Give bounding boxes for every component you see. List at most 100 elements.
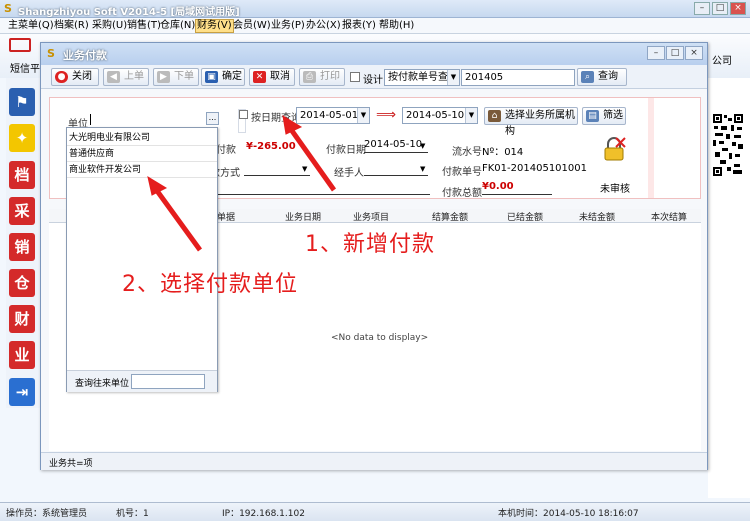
menu-sales[interactable]: 销售(T) [127, 20, 161, 32]
query-button[interactable]: ⌕ 查询 [577, 68, 627, 86]
query-mode-select[interactable]: 按付款单号查询 ▼ [384, 69, 460, 86]
popup-search-input[interactable] [131, 374, 205, 389]
dialog-logo-icon: S [47, 47, 55, 60]
lightbulb-icon[interactable]: ✦ [9, 124, 35, 152]
company-label: 公司 [712, 56, 732, 67]
chevron-down-icon[interactable]: ▼ [302, 165, 307, 173]
col-settle[interactable]: 结算金额 [432, 210, 468, 223]
empty-grid-message: <No data to display> [331, 333, 429, 343]
dialog-close-button[interactable]: × [685, 46, 703, 60]
unaudited-lock-icon [604, 137, 626, 161]
col-settled[interactable]: 已结金额 [507, 210, 543, 223]
unit-option[interactable]: 普通供应商 [67, 146, 217, 162]
unit-ellipsis-button[interactable]: ... [206, 112, 219, 125]
status-operator: 操作员：系统管理员 [6, 509, 88, 519]
menu-business[interactable]: 业务(P) [271, 20, 305, 32]
exit-door-icon[interactable]: ⇥ [9, 378, 35, 406]
menu-office[interactable]: 办公(X) [306, 20, 341, 32]
chevron-down-icon: ▼ [357, 108, 369, 123]
annotation-step1: 1、新增付款 [305, 232, 435, 257]
menu-member[interactable]: 会员(W) [233, 20, 271, 32]
unit-field[interactable] [90, 112, 218, 128]
prev-bill-button[interactable]: ◀ 上单 [103, 68, 149, 86]
status-machine: 机号：1 [116, 509, 149, 519]
bill-no-value: FK01-201405101001 [482, 163, 587, 174]
form-accent [648, 98, 654, 198]
app-title: Shangzhiyou Soft V2014-5 [局域网试用版] [18, 7, 240, 18]
dock-sales-icon[interactable]: 销 [9, 233, 35, 261]
status-ip: IP：192.168.1.102 [222, 509, 305, 519]
cancel-x-icon: ✕ [253, 71, 266, 83]
design-checkbox[interactable] [350, 72, 360, 82]
unit-option[interactable]: 大光明电业有限公司 [67, 130, 217, 146]
main-titlebar: S Shangzhiyou Soft V2014-5 [局域网试用版] – □ … [0, 0, 750, 18]
flag-icon[interactable]: ⚑ [9, 88, 35, 116]
confirm-button[interactable]: ▣ 确定 [201, 68, 245, 86]
menu-main[interactable]: 主菜单(Q) [8, 20, 54, 32]
date-query-label: 按日期查询 [251, 113, 301, 124]
cancel-button[interactable]: ✕ 取消 [249, 68, 295, 86]
filter-label: 筛选 [603, 110, 623, 121]
maximize-button[interactable]: □ [712, 2, 728, 15]
pay-date-field[interactable]: 2014-05-10 [364, 139, 428, 153]
select-org-button[interactable]: ⌂ 选择业务所属机构 [484, 107, 578, 137]
dialog-toolbar: ● 关闭 ◀ 上单 ▶ 下单 ▣ 确定 ✕ 取消 ⎙ 打印 设计 按付款单号查询… [41, 65, 707, 89]
dock-archive-icon[interactable]: 档 [9, 161, 35, 189]
menu-archive[interactable]: 档案(R) [54, 20, 89, 32]
menu-reports[interactable]: 报表(Y) [342, 20, 376, 32]
dock-purchase-icon[interactable]: 采 [9, 197, 35, 225]
design-label: 设计 [363, 75, 383, 86]
serial-label: 流水号 [452, 147, 482, 158]
minimize-button[interactable]: – [694, 2, 710, 15]
handler-select[interactable] [364, 162, 428, 176]
print-label: 打印 [320, 71, 340, 82]
filter-button[interactable]: ▤ 筛选 [582, 107, 626, 125]
print-button[interactable]: ⎙ 打印 [299, 68, 345, 86]
col-item[interactable]: 业务项目 [353, 210, 389, 223]
date-from-value: 2014-05-01 [300, 110, 359, 121]
date-to-value: 2014-05-10 [406, 110, 465, 121]
sms-label: 短信平 [10, 64, 40, 75]
next-bill-button[interactable]: ▶ 下单 [153, 68, 199, 86]
confirm-label: 确定 [222, 71, 242, 82]
printer-icon: ⎙ [303, 71, 316, 83]
dock-business-icon[interactable]: 业 [9, 341, 35, 369]
dialog-title: 业务付款 [63, 49, 107, 62]
close-button[interactable]: × [730, 2, 746, 15]
menu-help[interactable]: 帮助(H) [379, 20, 414, 32]
dock-warehouse-icon[interactable]: 仓 [9, 269, 35, 297]
total-field: ¥0.00 [482, 181, 552, 195]
col-unsettled[interactable]: 未结金额 [579, 210, 615, 223]
arrow-right-icon: ⟹ [376, 107, 397, 123]
date-query-checkbox[interactable] [239, 110, 248, 119]
filter-icon: ▤ [586, 110, 599, 122]
menubar: 主菜单(Q) 档案(R) 采购(U) 销售(T) 仓库(N) 财务(V) 会员(… [0, 18, 750, 34]
col-date[interactable]: 业务日期 [285, 210, 321, 223]
chevron-down-icon: ▼ [447, 70, 459, 85]
left-dock: ⚑ ✦ 档 采 销 仓 财 业 ⇥ [6, 78, 42, 408]
date-to-picker[interactable]: 2014-05-10 ▼ [402, 107, 478, 124]
menu-purchase[interactable]: 采购(U) [92, 20, 127, 32]
dialog-minimize-button[interactable]: – [647, 46, 665, 60]
sms-icon[interactable] [9, 38, 31, 52]
chevron-down-icon[interactable]: ▼ [420, 142, 425, 150]
col-bill[interactable]: 单据 [217, 210, 235, 223]
chevron-down-icon[interactable]: ▼ [420, 165, 425, 173]
dock-finance-icon[interactable]: 财 [9, 305, 35, 333]
remark-line[interactable] [200, 194, 430, 195]
select-org-label: 选择业务所属机构 [505, 110, 575, 137]
date-from-picker[interactable]: 2014-05-01 ▼ [296, 107, 370, 124]
bill-no-label: 付款单号 [442, 167, 482, 178]
menu-warehouse[interactable]: 仓库(N) [160, 20, 195, 32]
menu-finance[interactable]: 财务(V) [195, 19, 234, 33]
close-dialog-button[interactable]: ● 关闭 [51, 68, 99, 86]
pay-date-label: 付款日期 [326, 145, 366, 156]
query-input[interactable]: 201405 [461, 69, 575, 86]
next-bill-label: 下单 [174, 71, 194, 82]
dialog-maximize-button[interactable]: □ [666, 46, 684, 60]
col-current[interactable]: 本次结算 [651, 210, 687, 223]
method-select[interactable] [244, 162, 310, 176]
handler-label: 经手人 [334, 168, 364, 179]
annotation-step2: 2、选择付款单位 [122, 272, 298, 297]
unit-option[interactable]: 商业软件开发公司 [67, 162, 217, 178]
